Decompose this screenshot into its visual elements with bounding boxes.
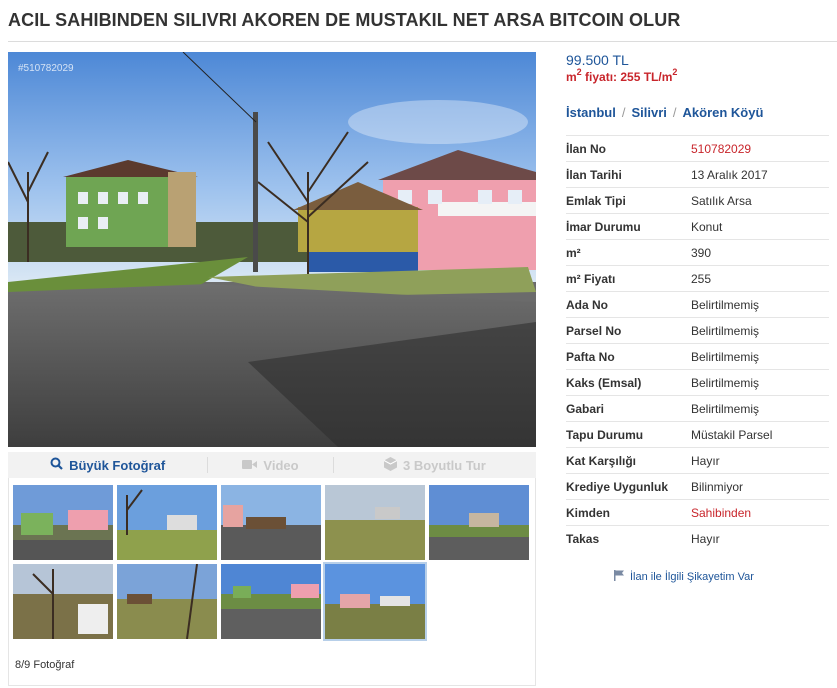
video-button[interactable]: Video bbox=[208, 452, 333, 478]
detail-label: Gabari bbox=[566, 401, 605, 416]
detail-label: Kat Karşılığı bbox=[566, 453, 637, 468]
detail-label: Parsel No bbox=[566, 323, 622, 338]
breadcrumb-neighborhood[interactable]: Akören Köyü bbox=[683, 105, 764, 120]
detail-value: 390 bbox=[691, 245, 712, 260]
listing-price: 99.500 TL bbox=[566, 52, 629, 68]
thumbnail-2[interactable] bbox=[117, 485, 217, 560]
detail-label: Tapu Durumu bbox=[566, 427, 644, 442]
detail-value: Belirtilmemiş bbox=[691, 297, 760, 312]
detail-row: Tapu Durumu Müstakil Parsel bbox=[566, 421, 829, 447]
detail-value: Belirtilmemiş bbox=[691, 401, 760, 416]
detail-row: İlan No 510782029 bbox=[566, 135, 829, 161]
detail-value: 13 Aralık 2017 bbox=[691, 167, 768, 182]
detail-row: Parsel No Belirtilmemiş bbox=[566, 317, 829, 343]
thumbnail-9[interactable] bbox=[323, 562, 427, 641]
cube-3d-icon bbox=[383, 456, 398, 474]
detail-row: Takas Hayır bbox=[566, 525, 829, 551]
listing-title: ACIL SAHIBINDEN SILIVRI AKOREN DE MUSTAK… bbox=[8, 10, 681, 30]
detail-value: Belirtilmemiş bbox=[691, 323, 760, 338]
detail-label: Emlak Tipi bbox=[566, 193, 626, 208]
title-divider bbox=[8, 41, 837, 42]
detail-row: Kimden Sahibinden bbox=[566, 499, 829, 525]
detail-row: İmar Durumu Konut bbox=[566, 213, 829, 239]
listing-details-table: İlan No 510782029 İlan Tarihi 13 Aralık 201… bbox=[566, 135, 829, 551]
detail-row: Gabari Belirtilmemiş bbox=[566, 395, 829, 421]
detail-value: Hayır bbox=[691, 531, 720, 546]
detail-row: Ada No Belirtilmemiş bbox=[566, 291, 829, 317]
detail-label: Takas bbox=[566, 531, 600, 546]
detail-value: Sahibinden bbox=[691, 505, 752, 520]
detail-row: m² Fiyatı 255 bbox=[566, 265, 829, 291]
3d-tour-label: 3 Boyutlu Tur bbox=[402, 457, 486, 473]
detail-row: Kat Karşılığı Hayır bbox=[566, 447, 829, 473]
detail-value: Konut bbox=[691, 219, 723, 234]
detail-label: Kimden bbox=[566, 505, 611, 520]
detail-value: Belirtilmemiş bbox=[691, 375, 760, 390]
detail-label: m² Fiyatı bbox=[566, 271, 616, 286]
video-label: Video bbox=[263, 457, 299, 473]
detail-label: Kaks (Emsal) bbox=[566, 375, 642, 390]
detail-label: İlan Tarihi bbox=[566, 167, 622, 182]
detail-row: Emlak Tipi Satılık Arsa bbox=[566, 187, 829, 213]
detail-row: m² 390 bbox=[566, 239, 829, 265]
breadcrumb-city[interactable]: İstanbul bbox=[566, 105, 616, 120]
detail-label: Ada No bbox=[566, 297, 608, 312]
thumbnail-8[interactable] bbox=[221, 564, 321, 639]
detail-label: m² bbox=[566, 245, 581, 260]
thumbnail-1[interactable] bbox=[13, 485, 113, 560]
detail-row: Krediye Uygunluk Bilinmiyor bbox=[566, 473, 829, 499]
thumbnail-gallery: 8/9 Fotoğraf bbox=[8, 478, 536, 686]
detail-label: Pafta No bbox=[566, 349, 615, 364]
main-photo-image bbox=[8, 52, 536, 447]
detail-value: 255 bbox=[691, 271, 712, 286]
thumbnail-6[interactable] bbox=[13, 564, 113, 639]
detail-label: İlan No bbox=[566, 141, 607, 156]
detail-row: Pafta No Belirtilmemiş bbox=[566, 343, 829, 369]
detail-value: Bilinmiyor bbox=[691, 479, 744, 494]
thumbnail-4[interactable] bbox=[325, 485, 425, 560]
big-photo-button[interactable]: Büyük Fotoğraf bbox=[8, 452, 207, 478]
flag-icon bbox=[614, 570, 624, 584]
photo-id-watermark: #510782029 bbox=[18, 63, 74, 74]
thumbnail-5[interactable] bbox=[429, 485, 529, 560]
detail-value: Müstakil Parsel bbox=[691, 427, 773, 442]
3d-tour-button[interactable]: 3 Boyutlu Tur bbox=[334, 452, 536, 478]
breadcrumb-district[interactable]: Silivri bbox=[631, 105, 666, 120]
magnifier-icon bbox=[50, 457, 63, 473]
location-breadcrumb: İstanbul / Silivri / Akören Köyü bbox=[566, 105, 764, 120]
detail-label: Krediye Uygunluk bbox=[566, 479, 669, 494]
complaint-label: İlan ile İlgili Şikayetim Var bbox=[630, 571, 754, 583]
thumbnail-3[interactable] bbox=[221, 485, 321, 560]
detail-label: İmar Durumu bbox=[566, 219, 641, 234]
detail-value: 510782029 bbox=[691, 141, 752, 156]
photo-count: 8/9 Fotoğraf bbox=[15, 659, 75, 671]
detail-value: Belirtilmemiş bbox=[691, 349, 760, 364]
detail-value: Satılık Arsa bbox=[691, 193, 752, 208]
complaint-link[interactable]: İlan ile İlgili Şikayetim Var bbox=[614, 570, 754, 584]
m2-price: m2 fiyatı: 255 TL/m2 bbox=[566, 67, 678, 85]
video-camera-icon bbox=[242, 458, 258, 473]
detail-value: Hayır bbox=[691, 453, 720, 468]
detail-row: Kaks (Emsal) Belirtilmemiş bbox=[566, 369, 829, 395]
photo-toolbar: Büyük Fotoğraf Video 3 Boyutlu Tur bbox=[8, 452, 536, 478]
main-photo[interactable]: #510782029 bbox=[8, 52, 536, 447]
big-photo-label: Büyük Fotoğraf bbox=[69, 457, 166, 473]
detail-row: İlan Tarihi 13 Aralık 2017 bbox=[566, 161, 829, 187]
thumbnail-7[interactable] bbox=[117, 564, 217, 639]
